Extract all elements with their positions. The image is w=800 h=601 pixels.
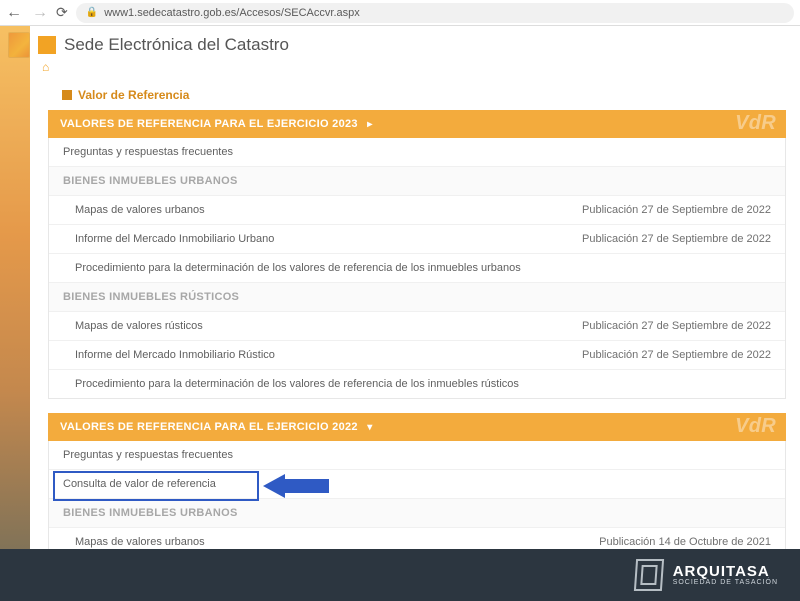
page-body: Sede Electrónica del Catastro ⌂ Valor de… bbox=[0, 26, 800, 549]
panel-2023-title: VALORES DE REFERENCIA PARA EL EJERCICIO … bbox=[60, 118, 358, 130]
url-text: www1.sedecatastro.gob.es/Accesos/SECAccv… bbox=[104, 7, 360, 19]
panel-2023-header[interactable]: VALORES DE REFERENCIA PARA EL EJERCICIO … bbox=[48, 110, 786, 138]
row-proc-rusticos-2023[interactable]: Procedimiento para la determinación de l… bbox=[49, 370, 785, 398]
row-mapas-urbanos-2022[interactable]: Mapas de valores urbanos Publicación 14 … bbox=[49, 528, 785, 549]
page-title: Valor de Referencia bbox=[62, 88, 786, 102]
panel-2022-body: Preguntas y respuestas frecuentes Consul… bbox=[48, 441, 786, 549]
page-title-icon bbox=[62, 90, 72, 100]
annotation-arrow-icon bbox=[263, 474, 329, 498]
reload-button[interactable]: ⟳ bbox=[56, 4, 68, 21]
footer-tagline: SOCIEDAD DE TASACIÓN bbox=[673, 579, 778, 586]
lock-icon: 🔒 bbox=[86, 7, 98, 18]
row-faq-2022[interactable]: Preguntas y respuestas frecuentes bbox=[49, 441, 785, 470]
arquitasa-logo-icon bbox=[634, 559, 664, 591]
section-urbanos-2023: BIENES INMUEBLES URBANOS bbox=[49, 167, 785, 196]
back-button[interactable]: ← bbox=[6, 4, 22, 22]
left-decorative-strip bbox=[0, 26, 30, 549]
browser-toolbar: ← → ⟳ 🔒 www1.sedecatastro.gob.es/Accesos… bbox=[0, 0, 800, 26]
home-icon[interactable]: ⌂ bbox=[42, 60, 49, 74]
chevron-right-icon: ▸ bbox=[367, 119, 372, 130]
site-title: Sede Electrónica del Catastro bbox=[64, 35, 289, 55]
panel-2022-title: VALORES DE REFERENCIA PARA EL EJERCICIO … bbox=[60, 421, 358, 433]
nav-arrows: ← → bbox=[6, 4, 48, 22]
row-informe-rustico-2023[interactable]: Informe del Mercado Inmobiliario Rústico… bbox=[49, 341, 785, 370]
vdr-badge: VdR bbox=[735, 415, 776, 438]
row-informe-urbano-2023[interactable]: Informe del Mercado Inmobiliario Urbano … bbox=[49, 225, 785, 254]
main-content: Valor de Referencia VALORES DE REFERENCI… bbox=[34, 78, 800, 549]
site-logo-icon bbox=[38, 36, 56, 54]
footer-text: ARQUITASA SOCIEDAD DE TASACIÓN bbox=[673, 564, 778, 586]
forward-button[interactable]: → bbox=[32, 4, 48, 22]
address-bar[interactable]: 🔒 www1.sedecatastro.gob.es/Accesos/SECAc… bbox=[76, 3, 794, 23]
panel-2023-body: Preguntas y respuestas frecuentes BIENES… bbox=[48, 138, 786, 399]
panel-2022-header[interactable]: VALORES DE REFERENCIA PARA EL EJERCICIO … bbox=[48, 413, 786, 441]
site-header: Sede Electrónica del Catastro bbox=[0, 26, 800, 60]
section-urbanos-2022: BIENES INMUEBLES URBANOS bbox=[49, 499, 785, 528]
footer: ARQUITASA SOCIEDAD DE TASACIÓN bbox=[0, 549, 800, 601]
row-proc-urbanos-2023[interactable]: Procedimiento para la determinación de l… bbox=[49, 254, 785, 283]
section-rusticos-2023: BIENES INMUEBLES RÚSTICOS bbox=[49, 283, 785, 312]
vdr-badge: VdR bbox=[735, 112, 776, 135]
page-title-text: Valor de Referencia bbox=[78, 88, 189, 102]
chevron-down-icon: ▾ bbox=[367, 422, 372, 433]
footer-brand: ARQUITASA bbox=[673, 564, 778, 579]
row-consulta-2022[interactable]: Consulta de valor de referencia bbox=[49, 470, 785, 499]
row-mapas-urbanos-2023[interactable]: Mapas de valores urbanos Publicación 27 … bbox=[49, 196, 785, 225]
row-mapas-rusticos-2023[interactable]: Mapas de valores rústicos Publicación 27… bbox=[49, 312, 785, 341]
row-faq-2023[interactable]: Preguntas y respuestas frecuentes bbox=[49, 138, 785, 167]
